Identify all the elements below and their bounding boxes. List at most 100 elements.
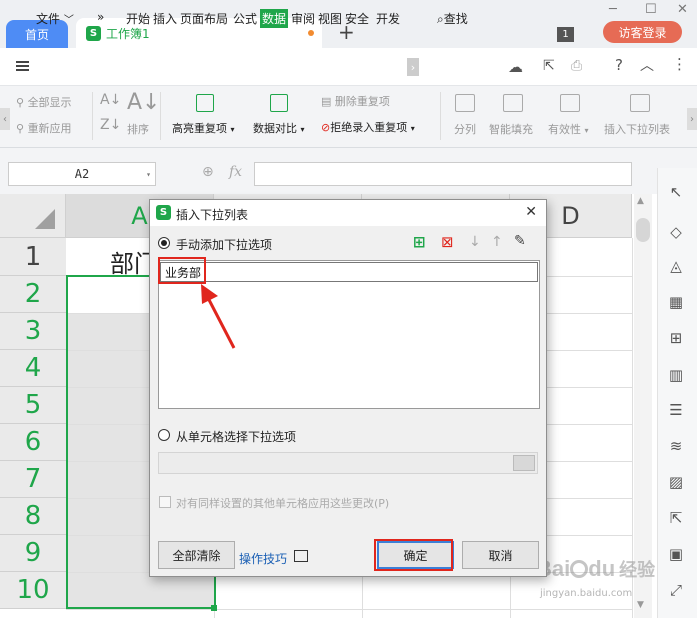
name-box[interactable]: A2 ▾ [8,162,156,186]
chart-icon[interactable]: ▥ [666,365,686,385]
select-all-corner[interactable] [0,194,66,238]
archive-icon[interactable]: ▣ [666,544,686,564]
show-all-button[interactable]: ⚲ 全部显示 [16,94,72,110]
formula-input[interactable] [254,162,632,186]
smart-fill-button[interactable]: 智能填充 [489,121,533,137]
maximize-icon[interactable]: ☐ [645,2,657,17]
layers-icon[interactable]: ≋ [666,436,686,456]
fill-handle[interactable] [211,605,217,611]
move-up-icon[interactable]: ↑ [491,234,503,250]
tab-review[interactable]: 审阅 [291,10,315,27]
scroll-tabs-right-icon[interactable]: › [407,58,419,76]
reject-duplicates-button[interactable]: ⊘拒绝录入重复项 ▾ [321,119,415,135]
range-picker-icon[interactable] [513,455,535,471]
more-tabs-button[interactable]: » [97,10,104,24]
workbook-tab-label: 工作簿1 [106,26,150,41]
tab-start[interactable]: 开始 [126,10,150,27]
settings-sliders-icon[interactable]: ☰ [666,400,686,420]
filter-icon: ⚲ [16,96,25,109]
tab-formula[interactable]: 公式 [233,10,257,27]
row-header-5[interactable]: 5 [0,387,66,424]
table-icon[interactable]: ▦ [666,292,686,312]
style-icon[interactable]: ◬ [666,256,686,276]
tab-security[interactable]: 安全 [345,10,369,27]
share-icon[interactable]: ⇱ [543,58,555,74]
remove-duplicates-button[interactable]: ▤ 删除重复项 [321,93,390,109]
validity-icon [560,94,580,112]
cell-range-input[interactable] [158,452,538,474]
tab-insert[interactable]: 插入 [153,10,177,27]
apply-same-checkbox[interactable] [159,496,171,508]
ribbon-scroll-left-icon[interactable]: ‹ [0,108,10,130]
apps-icon[interactable]: ⊞ [666,328,686,348]
window-count-badge[interactable]: 1 [557,27,574,42]
remove-duplicates-icon: ▤ [321,95,332,108]
zoom-formula-icon[interactable]: ⊕ [202,164,214,180]
row-header-9[interactable]: 9 [0,535,66,572]
scroll-up-icon[interactable]: ▲ [637,196,644,206]
expand-icon[interactable]: ⤢ [666,580,686,600]
more-options-icon[interactable]: ⋮ [672,55,687,73]
fx-icon[interactable]: fx [229,164,242,180]
pictures-icon[interactable]: ▨ [666,472,686,492]
minimize-icon[interactable]: ─ [609,2,617,17]
split-column-button[interactable]: 分列 [454,121,476,137]
reapply-button[interactable]: ⚲ 重新应用 [16,120,72,136]
sort-desc-icon[interactable]: Z↓ [100,117,121,133]
scrollbar-thumb[interactable] [636,218,650,242]
cursor-select-icon[interactable]: ↖ [666,182,686,202]
move-down-icon[interactable]: ↓ [469,234,481,250]
tab-developer[interactable]: 开发 [376,10,400,27]
add-item-icon[interactable]: ⊞ [413,233,426,251]
row-header-2[interactable]: 2 [0,276,66,313]
video-icon[interactable] [294,550,308,562]
row-header-6[interactable]: 6 [0,424,66,461]
unsaved-dot-icon [308,30,314,36]
ribbon-scroll-right-icon[interactable]: › [687,108,697,130]
share-export-icon[interactable]: ⇱ [666,508,686,528]
sort-asc-icon[interactable]: A↓ [100,92,121,108]
manual-option-label[interactable]: 手动添加下拉选项 [176,236,272,253]
row-header-4[interactable]: 4 [0,350,66,387]
cloud-sync-icon[interactable]: ☁ [508,58,523,76]
from-cells-label[interactable]: 从单元格选择下拉选项 [176,428,296,445]
reject-duplicates-icon: ⊘ [321,121,331,134]
row-header-7[interactable]: 7 [0,461,66,498]
hamburger-icon[interactable] [16,61,29,71]
row-header-8[interactable]: 8 [0,498,66,535]
ok-highlight-box [374,539,453,571]
highlight-duplicates-button[interactable]: 高亮重复项 ▾ [172,120,235,136]
file-menu[interactable]: 文件 ﹀ [36,10,74,27]
tab-view[interactable]: 视图 [318,10,342,27]
close-icon[interactable]: ✕ [525,204,537,220]
clear-all-button[interactable]: 全部清除 [158,541,235,569]
cancel-button[interactable]: 取消 [462,541,539,569]
tab-data[interactable]: 数据 [260,9,289,28]
close-window-icon[interactable]: ✕ [677,2,688,17]
validity-button[interactable]: 有效性 ▾ [548,121,589,137]
from-cells-radio[interactable] [158,429,170,441]
guest-login-button[interactable]: 访客登录 [603,21,682,43]
sort-button[interactable]: 排序 [127,121,149,137]
scroll-down-icon[interactable]: ▼ [637,600,644,610]
insert-dropdown-button[interactable]: 插入下拉列表 [604,121,670,137]
row-header-10[interactable]: 10 [0,572,66,609]
collapse-ribbon-icon[interactable]: ︿ [640,55,654,75]
help-icon[interactable]: ? [615,56,623,74]
list-item[interactable]: 业务部 [160,262,538,282]
tips-link[interactable]: 操作技巧 [239,550,287,567]
row-header-3[interactable]: 3 [0,313,66,350]
vertical-scrollbar[interactable] [634,194,652,618]
manual-option-radio[interactable] [158,237,170,249]
wps-sheet-logo: S [156,205,171,220]
row-header-1[interactable]: 1 [0,238,66,276]
chevron-down-icon: ▾ [146,169,151,179]
highlight-duplicates-icon [196,94,214,112]
tab-page-layout[interactable]: 页面布局 [180,10,228,27]
print-icon[interactable]: ⎙ [571,58,582,74]
search-button[interactable]: ⌕查找 [437,10,468,27]
data-compare-button[interactable]: 数据对比 ▾ [253,120,305,136]
shape-icon[interactable]: ◇ [666,222,686,242]
delete-item-icon[interactable]: ⊠ [441,233,454,251]
edit-item-icon[interactable]: ✎ [514,233,526,249]
